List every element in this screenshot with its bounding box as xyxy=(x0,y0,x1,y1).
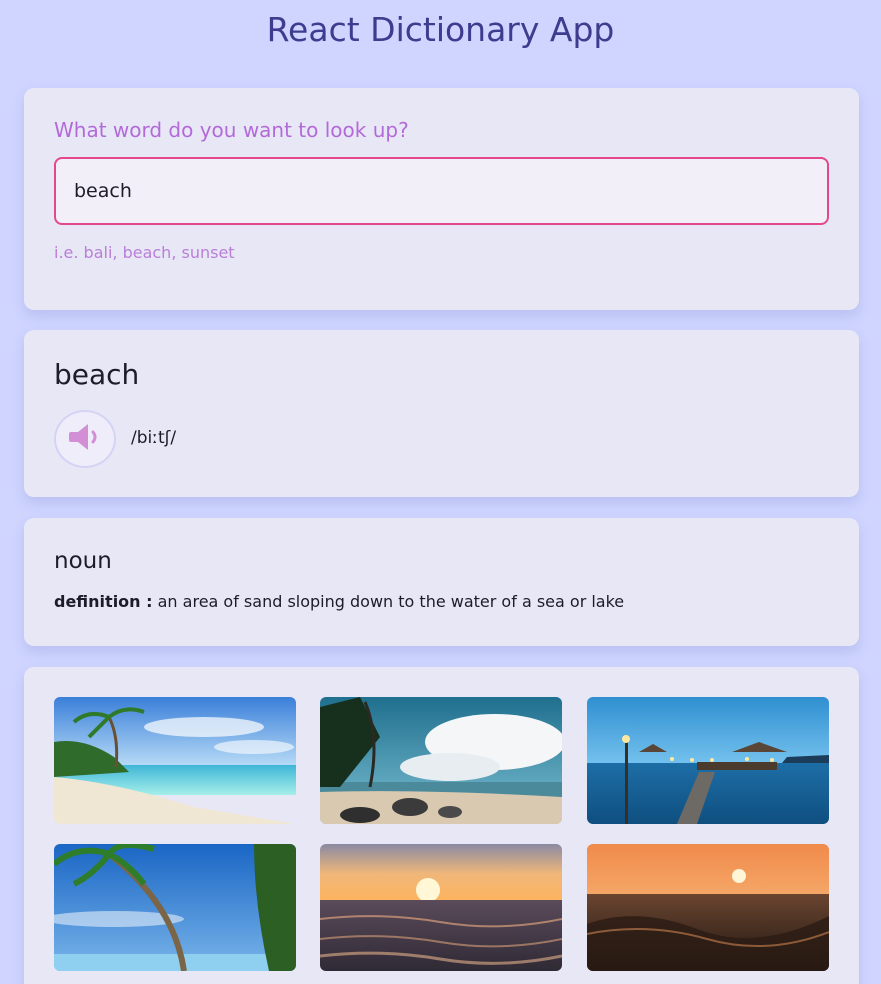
search-question: What word do you want to look up? xyxy=(54,118,409,142)
phonetic-text: /biːtʃ/ xyxy=(131,428,177,448)
speaker-icon xyxy=(68,422,102,456)
word-card: beach /biːtʃ/ xyxy=(24,330,859,497)
word-heading: beach xyxy=(54,358,140,391)
photo-sunset-dark-water[interactable] xyxy=(587,844,829,971)
photo-rocky-beach[interactable] xyxy=(320,697,562,824)
part-of-speech: noun xyxy=(54,548,112,574)
definition-text: an area of sand sloping down to the wate… xyxy=(157,592,625,611)
app: React Dictionary App What word do you wa… xyxy=(0,0,881,984)
definition: definition : an area of sand sloping dow… xyxy=(54,592,624,611)
search-hint: i.e. bali, beach, sunset xyxy=(54,243,235,262)
photo-sunset-waves[interactable] xyxy=(320,844,562,971)
photos-card xyxy=(24,667,859,984)
photo-tropical-beach[interactable] xyxy=(54,697,296,824)
definition-label: definition : xyxy=(54,592,153,611)
search-card: What word do you want to look up? i.e. b… xyxy=(24,88,859,310)
play-audio-button[interactable] xyxy=(54,410,116,468)
search-input[interactable] xyxy=(54,157,829,225)
page-title: React Dictionary App xyxy=(266,10,615,49)
meaning-card: noun definition : an area of sand slopin… xyxy=(24,518,859,646)
photo-palm-tree[interactable] xyxy=(54,844,296,971)
photo-pier-dusk[interactable] xyxy=(587,697,829,824)
